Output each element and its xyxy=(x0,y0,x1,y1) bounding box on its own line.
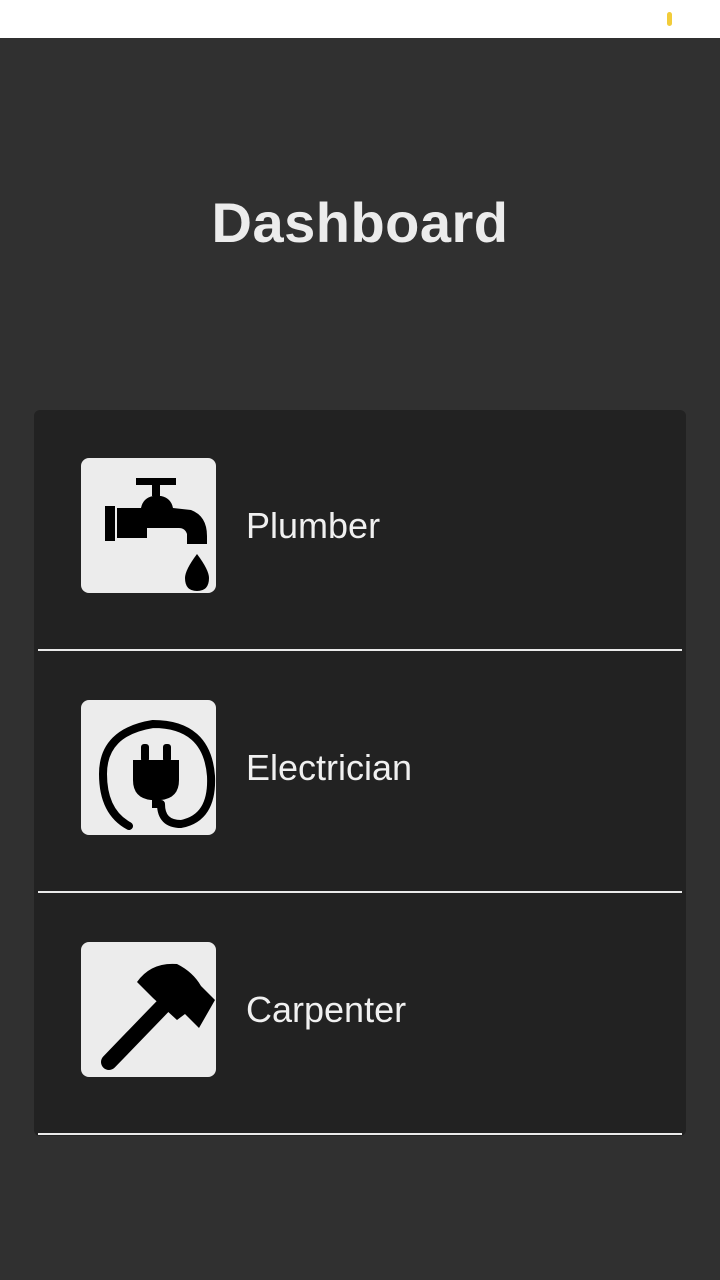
status-bar xyxy=(0,0,720,38)
service-label: Plumber xyxy=(246,505,381,546)
service-label: Electrician xyxy=(246,747,413,788)
service-list: Plumber Electrician Carpenter xyxy=(34,410,686,1136)
service-item-carpenter[interactable]: Carpenter xyxy=(34,894,686,1135)
page-title: Dashboard xyxy=(211,191,509,254)
faucet-icon xyxy=(81,458,216,593)
divider xyxy=(38,649,682,651)
service-item-electrician[interactable]: Electrician xyxy=(34,652,686,893)
hammer-icon xyxy=(81,942,216,1077)
divider xyxy=(38,891,682,893)
divider xyxy=(38,1133,682,1135)
status-indicator xyxy=(667,12,672,26)
service-item-plumber[interactable]: Plumber xyxy=(34,410,686,651)
service-label: Carpenter xyxy=(246,989,407,1030)
plug-icon xyxy=(81,700,216,835)
